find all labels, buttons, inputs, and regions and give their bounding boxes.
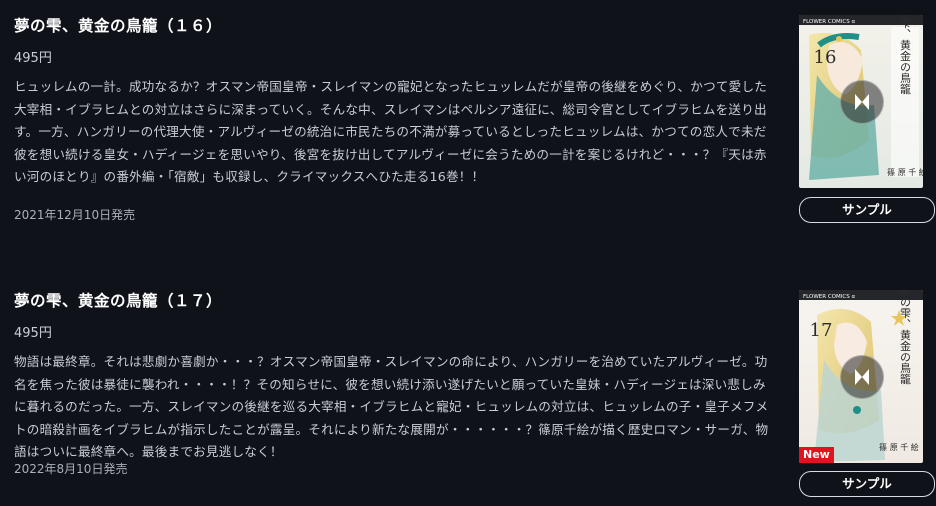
volume-title[interactable]: 夢の雫、黄金の鳥籠（１６） — [14, 14, 222, 36]
cover-image-17[interactable]: FLOWER COMICS α 夢の雫、黄金の鳥籠 17 篠 原 千 絵 New — [799, 290, 923, 463]
new-badge: New — [799, 447, 834, 463]
volume-price: 495円 — [14, 51, 52, 66]
cover-image-16[interactable]: FLOWER COMICS α 夢の雫、黄金の鳥籠 16 篠 原 千 絵 — [799, 15, 923, 188]
volume-title[interactable]: 夢の雫、黄金の鳥籠（１７） — [14, 289, 222, 311]
cover-publisher: FLOWER COMICS α — [803, 294, 855, 300]
volume-description: 物語は最終章。それは悲劇か喜劇か・・・？オスマン帝国皇帝・スレイマンの命により、… — [14, 354, 769, 460]
volume-item-16: 夢の雫、黄金の鳥籠（１６） 495円 ヒュッレムの一計。成功なるか？オスマン帝国… — [0, 0, 936, 253]
play-icon[interactable] — [840, 80, 884, 124]
release-date: 2021年12月10日発売 — [14, 208, 136, 222]
volume-price: 495円 — [14, 326, 52, 341]
cover-volume-number: 17 — [810, 320, 833, 341]
cover-author: 篠 原 千 絵 — [879, 442, 919, 452]
cover-volume-number: 16 — [814, 47, 837, 68]
volume-item-17: 夢の雫、黄金の鳥籠（１７） 495円 物語は最終章。それは悲劇か喜劇か・・・？オ… — [0, 275, 936, 506]
play-icon[interactable] — [840, 355, 884, 399]
cover-publisher: FLOWER COMICS α — [803, 19, 855, 25]
volume-description: ヒュッレムの一計。成功なるか？オスマン帝国皇帝・スレイマンの寵妃となったヒュッレ… — [14, 79, 768, 185]
svg-text:夢の雫、黄金の鳥籠: 夢の雫、黄金の鳥籠 — [899, 290, 912, 385]
sample-button[interactable]: サンプル — [799, 197, 935, 223]
release-date: 2022年8月10日発売 — [14, 462, 128, 476]
sample-button[interactable]: サンプル — [799, 471, 935, 497]
svg-text:夢の雫、黄金の鳥籠: 夢の雫、黄金の鳥籠 — [899, 15, 912, 95]
cover-author: 篠 原 千 絵 — [887, 167, 923, 177]
